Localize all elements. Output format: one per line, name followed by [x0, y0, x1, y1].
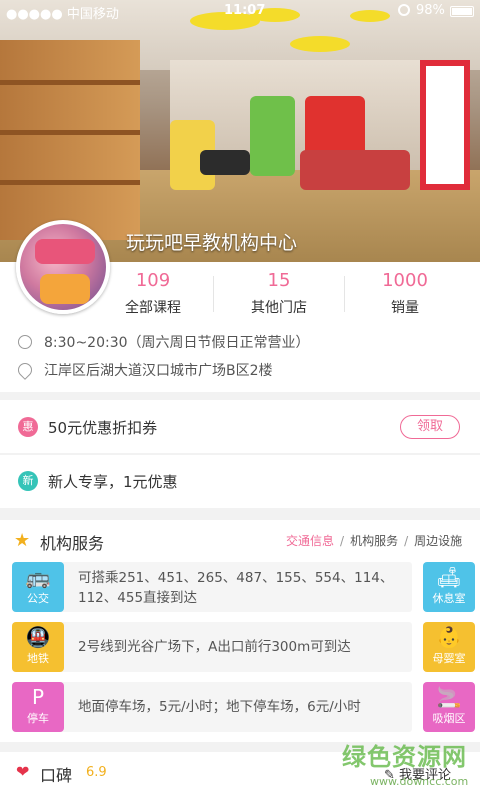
stat-label: 其他门店 — [251, 300, 307, 316]
coupon-text: 50元优惠折扣券 — [48, 419, 158, 437]
new-badge-icon: 新 — [18, 471, 38, 491]
facility-label: 休息室 — [432, 592, 466, 605]
address-row[interactable]: 江岸区后湖大道汉口城市广场B区2楼 — [15, 360, 273, 380]
facility-label: 母婴室 — [432, 652, 466, 665]
carrier-label: ●●●●● 中国移动 — [6, 7, 119, 22]
battery-icon — [450, 6, 474, 17]
tab-services[interactable]: 机构服务 — [350, 534, 398, 548]
heart-icon: ❤ — [16, 762, 30, 781]
star-icon: ★ — [14, 530, 31, 551]
clock: 11:07 — [224, 3, 266, 18]
claim-button[interactable]: 领取 — [400, 415, 460, 439]
service-text: 可搭乘251、451、265、487、155、554、114、112、455直接… — [78, 570, 394, 606]
newcomer-text: 新人专享，1元优惠 — [48, 473, 178, 491]
tab-nearby[interactable]: 周边设施 — [414, 534, 462, 548]
service-text: 地面停车场，5元/小时；地下停车场，6元/小时 — [78, 699, 361, 715]
stat-label: 销量 — [391, 300, 419, 316]
battery-percent: 98% — [416, 3, 445, 18]
cigarette-icon: 🚬 吸烟区 — [423, 682, 475, 732]
alarm-icon — [398, 4, 410, 16]
service-label: 停车 — [27, 712, 49, 725]
stroller-icon: 👶 母婴室 — [423, 622, 475, 672]
services-tabs: 交通信息 / 机构服务 / 周边设施 — [286, 534, 463, 548]
service-text: 2号线到光谷广场下，A出口前行300m可到达 — [78, 639, 351, 655]
discount-badge-icon: 惠 — [18, 417, 38, 437]
service-row-subway: 🚇 地铁 2号线到光谷广场下，A出口前行300m可到达 — [12, 622, 412, 672]
subway-icon: 🚇 地铁 — [12, 622, 64, 672]
tab-traffic[interactable]: 交通信息 — [286, 534, 334, 548]
hours-text: 8:30~20:30（周六周日节假日正常营业） — [44, 335, 310, 351]
hours-row: 8:30~20:30（周六周日节假日正常营业） — [18, 332, 310, 352]
newcomer-card[interactable]: 新 新人专享，1元优惠 — [0, 455, 480, 508]
service-row-bus: 🚌 公交 可搭乘251、451、265、487、155、554、114、112、4… — [12, 562, 412, 612]
service-label: 地铁 — [27, 652, 49, 665]
service-row-parking: P 停车 地面停车场，5元/小时；地下停车场，6元/小时 — [12, 682, 412, 732]
coupon-card: 惠 50元优惠折扣券 领取 — [0, 400, 480, 453]
page-title: 玩玩吧早教机构中心 — [126, 232, 298, 254]
services-section: ★ 机构服务 交通信息 / 机构服务 / 周边设施 🚌 公交 可搭乘251、451、265… — [0, 520, 480, 742]
watermark-sub: www.downcc.com — [370, 775, 469, 788]
stat-label: 全部课程 — [125, 300, 181, 316]
stat-stores[interactable]: 15 其他门店 — [214, 270, 344, 317]
review-score: 6.9 — [86, 765, 107, 780]
stat-value: 1000 — [382, 270, 428, 291]
status-bar: ●●●●● 中国移动 11:07 98% — [0, 0, 480, 22]
stat-value: 15 — [267, 270, 291, 291]
address-text: 江岸区后湖大道汉口城市广场B区2楼 — [44, 363, 273, 379]
watermark-main: 绿色资源网 — [342, 743, 467, 771]
clock-icon — [18, 335, 32, 349]
avatar — [16, 220, 110, 314]
watermark: 绿色资源网 www.downcc.com — [330, 735, 480, 797]
stat-sales[interactable]: 1000 销量 — [340, 270, 470, 317]
location-pin-icon — [15, 360, 35, 380]
sofa-icon: 🛋 休息室 — [423, 562, 475, 612]
info-section: 8:30~20:30（周六周日节假日正常营业） 江岸区后湖大道汉口城市广场B区2… — [0, 324, 480, 392]
facility-label: 吸烟区 — [432, 712, 466, 725]
bus-icon: 🚌 公交 — [12, 562, 64, 612]
services-title: 机构服务 — [40, 534, 105, 553]
parking-icon: P 停车 — [12, 682, 64, 732]
service-label: 公交 — [27, 592, 49, 605]
review-title: 口碑 — [40, 766, 73, 785]
